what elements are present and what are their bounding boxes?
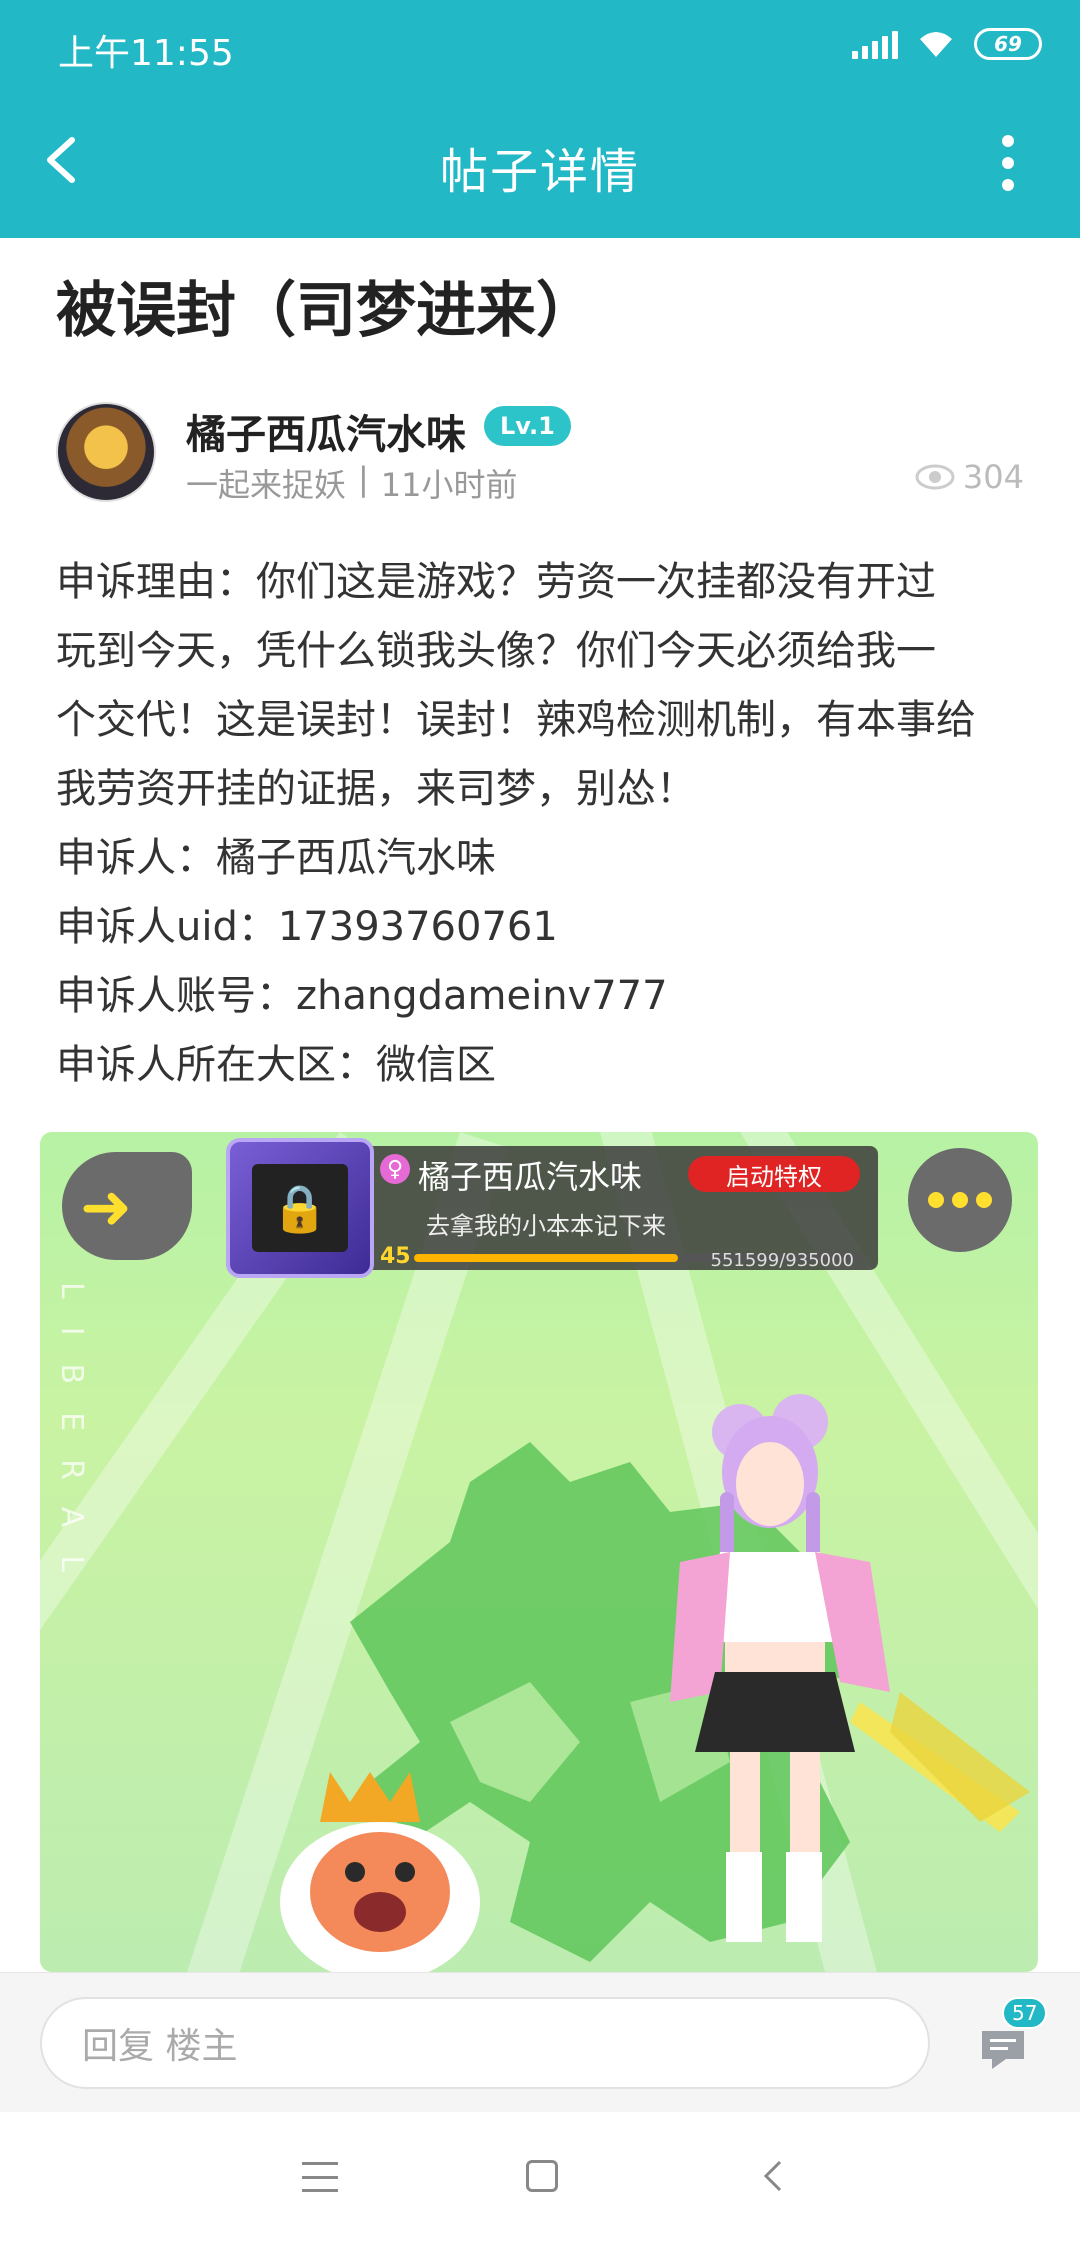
status-icons: 69 <box>852 28 1042 60</box>
comment-icon[interactable] <box>976 2025 1030 2073</box>
post-time: 11小时前 <box>380 466 518 504</box>
reply-bar: 回复 楼主 57 <box>0 1972 1080 2112</box>
signal-icon <box>852 29 898 59</box>
wifi-icon <box>920 32 952 57</box>
privilege-button: 启动特权 <box>688 1156 860 1192</box>
menu-line <box>302 2162 338 2165</box>
game-player-name: 橘子西瓜汽水味 <box>418 1158 643 1196</box>
body-line: 申诉理由：你们这是游戏？劳资一次挂都没有开过 <box>56 559 936 605</box>
view-count: 304 <box>915 458 1024 496</box>
dot-icon <box>976 1192 992 1208</box>
pet-fish <box>280 1772 480 1972</box>
body-line: 申诉人账号：zhangdameinv777 <box>56 973 668 1019</box>
menu-line <box>302 2189 338 2192</box>
dot-icon <box>952 1192 968 1208</box>
game-signature: 去拿我的小本本记下来 <box>426 1212 666 1240</box>
body-line: 申诉人：橘子西瓜汽水味 <box>56 835 496 881</box>
author-avatar[interactable] <box>56 402 156 502</box>
post-title: 被误封（司梦进来） <box>56 276 596 346</box>
game-character <box>670 1394 1030 1942</box>
left-arrow-icon: ➜ <box>80 1170 132 1243</box>
game-level: 45 <box>380 1244 411 1269</box>
lock-icon: 🔒 <box>252 1164 348 1252</box>
body-line: 申诉人uid：17393760761 <box>56 904 558 950</box>
author-name[interactable]: 橘子西瓜汽水味 <box>186 402 466 460</box>
body-line: 玩到今天，凭什么锁我头像？你们今天必须给我一 <box>56 628 936 674</box>
xp-text: 551599/935000 <box>710 1250 855 1271</box>
system-back-button[interactable] <box>760 2158 784 2194</box>
eye-icon <box>915 464 955 490</box>
reply-input[interactable]: 回复 楼主 <box>40 1997 930 2089</box>
xp-bar-fill <box>414 1254 679 1262</box>
dot-icon <box>1002 135 1014 147</box>
battery-icon: 69 <box>974 28 1042 60</box>
avatar-frame: 🔒 <box>226 1138 374 1278</box>
author-meta: 一起来捉妖 | 11小时前 <box>186 460 518 506</box>
dot-icon <box>1002 179 1014 191</box>
menu-line <box>302 2175 338 2179</box>
game-back-button: ➜ <box>62 1152 192 1260</box>
top-bar: 上午11:55 69 帖子详情 <box>0 0 1080 238</box>
female-icon: ♀ <box>380 1154 410 1184</box>
comment-count-badge: 57 <box>1002 1997 1048 2029</box>
dot-icon <box>928 1192 944 1208</box>
level-badge: Lv.1 <box>484 406 571 446</box>
post-image[interactable]: LIBERAL ➜ 🔒 ♀ 橘子西瓜汽水味 启动特权 去拿我的小本本记下来 45… <box>40 1132 1038 1972</box>
group-name[interactable]: 一起来捉妖 <box>186 460 346 506</box>
dot-icon <box>1002 157 1014 169</box>
side-text: LIBERAL <box>54 1282 89 1600</box>
page-title: 帖子详情 <box>439 144 640 200</box>
body-line: 申诉人所在大区：微信区 <box>56 1042 496 1088</box>
view-count-value: 304 <box>962 458 1024 496</box>
meta-separator: | <box>358 460 369 498</box>
body-line: 我劳资开挂的证据，来司梦，别怂！ <box>56 766 696 812</box>
body-line: 个交代！这是误封！误封！辣鸡检测机制，有本事给 <box>56 697 976 743</box>
game-more-button <box>908 1148 1012 1252</box>
home-button[interactable] <box>526 2160 558 2192</box>
post-body: 申诉理由：你们这是游戏？劳资一次挂都没有开过 玩到今天，凭什么锁我头像？你们今天… <box>56 548 1026 1100</box>
system-nav-bar <box>0 2112 1080 2244</box>
status-time: 上午11:55 <box>58 33 234 74</box>
recents-button[interactable] <box>302 2162 338 2192</box>
more-options-button[interactable] <box>998 135 1018 191</box>
